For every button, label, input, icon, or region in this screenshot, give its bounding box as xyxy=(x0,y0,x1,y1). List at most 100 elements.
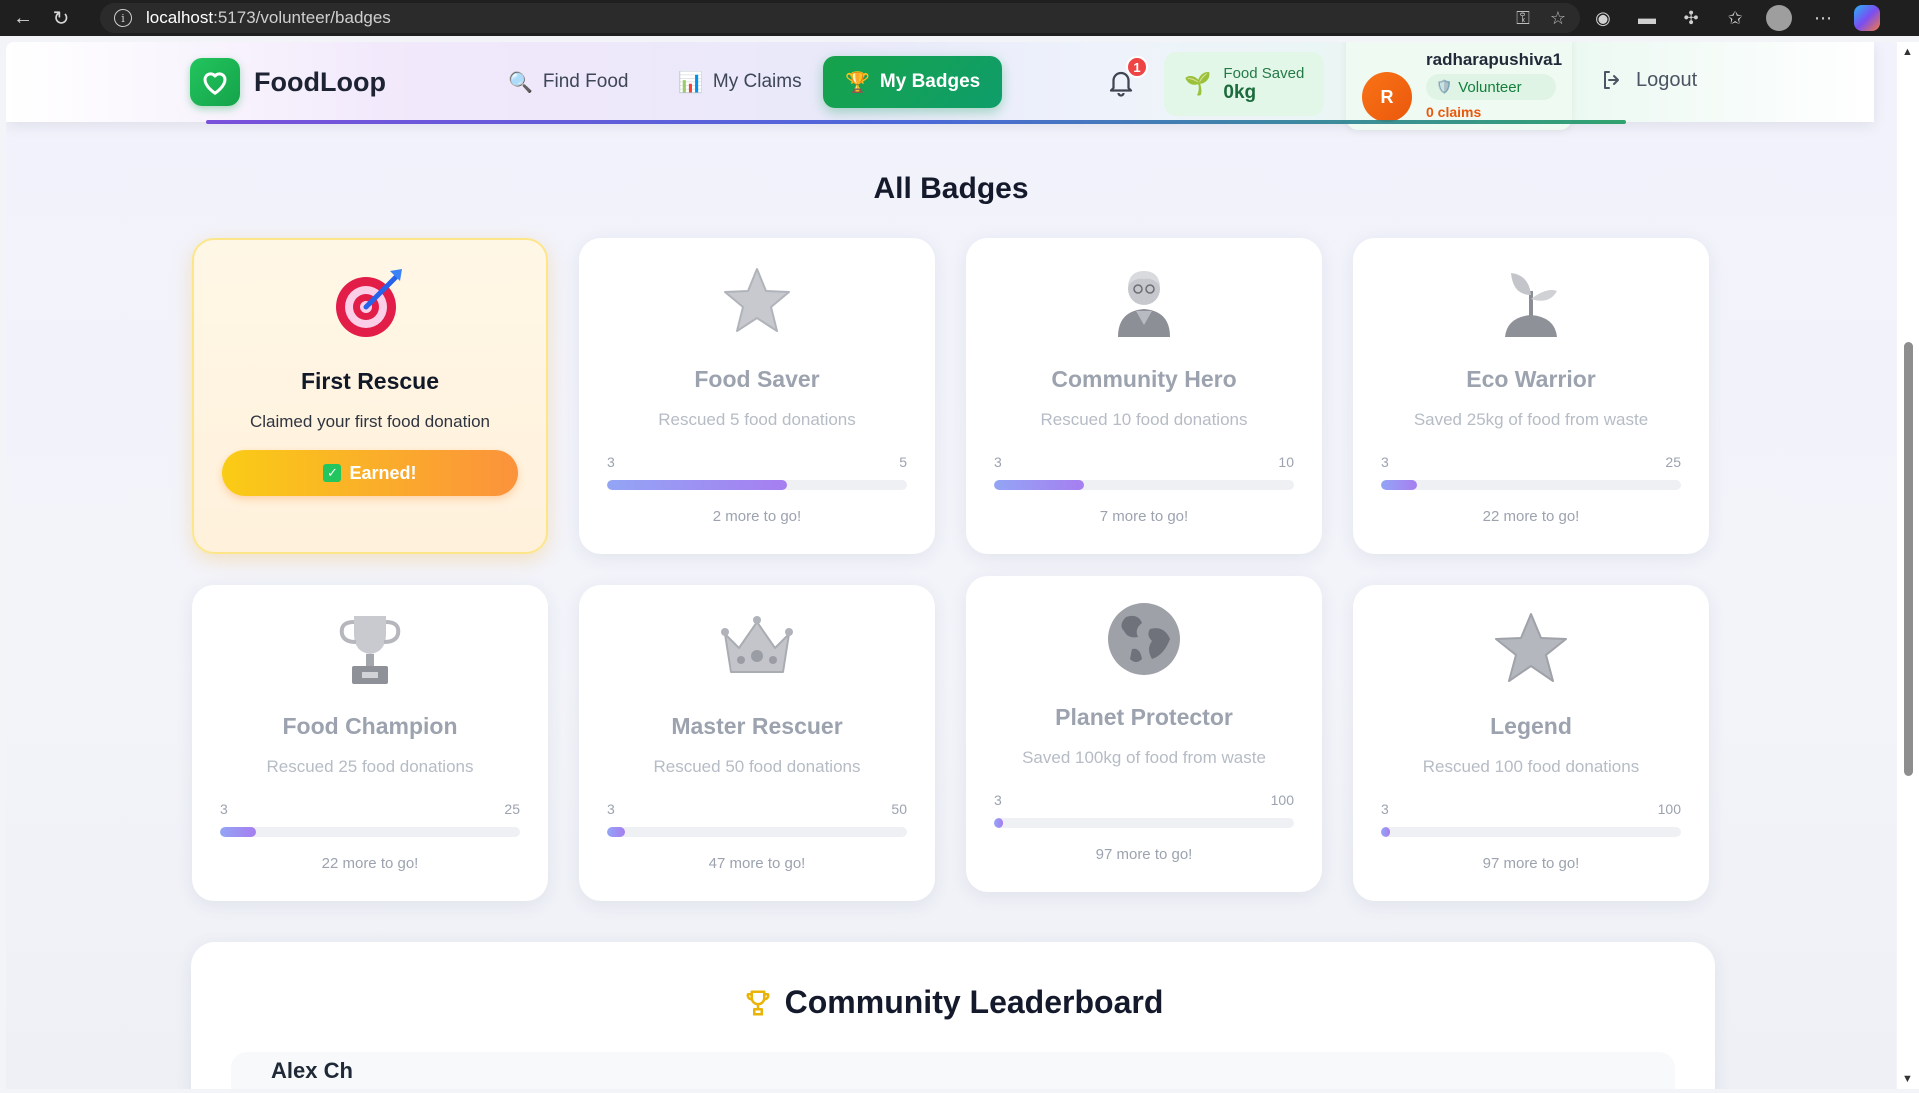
extension-icon[interactable]: ◉ xyxy=(1590,5,1616,31)
progress-bar xyxy=(994,818,1294,828)
food-saved-card: 🌱 Food Saved 0kg xyxy=(1164,52,1324,116)
trophy-icon: 🏆 xyxy=(845,71,870,94)
progress-goal: 5 xyxy=(899,454,907,470)
extension-2-icon[interactable]: ▬ xyxy=(1634,5,1660,31)
progress-goal: 100 xyxy=(1657,801,1681,817)
progress-current: 3 xyxy=(607,454,615,470)
user-name: radharapushiva1 xyxy=(1426,50,1563,69)
earned-label: Earned! xyxy=(349,462,417,483)
page-title: All Badges xyxy=(873,172,1029,205)
logout-label: Logout xyxy=(1636,68,1698,91)
nav-find-food[interactable]: 🔍 Find Food xyxy=(486,56,650,108)
progress-bar xyxy=(1381,827,1681,837)
progress-current: 3 xyxy=(220,801,228,817)
progress-numbers: 3 100 xyxy=(1381,801,1681,817)
progress-current: 3 xyxy=(1381,801,1389,817)
progress-goal: 25 xyxy=(1665,454,1681,470)
progress-fill xyxy=(1381,480,1417,490)
progress-numbers: 3 5 xyxy=(607,454,907,470)
earned-status: ✓ Earned! xyxy=(222,450,518,496)
url-host: localhost xyxy=(146,8,214,27)
star-icon xyxy=(579,256,935,346)
logout-icon xyxy=(1604,71,1619,89)
food-saved-value: 0kg xyxy=(1223,81,1257,103)
nav-accent-line xyxy=(206,120,1626,124)
progress-note: 97 more to go! xyxy=(1095,846,1193,863)
badge-description: Rescued 5 food donations xyxy=(658,410,856,429)
progress-fill xyxy=(994,480,1084,490)
bookmark-star-icon[interactable]: ☆ xyxy=(1550,8,1566,29)
scroll-down-icon[interactable]: ▼ xyxy=(1902,1073,1913,1085)
user-profile-card[interactable]: R radharapushiva1 🛡️ Volunteer 0 claims xyxy=(1346,42,1572,130)
badge-title: First Rescue xyxy=(300,368,440,394)
shield-icon: 🛡️ xyxy=(1436,79,1453,94)
heart-icon xyxy=(190,58,240,106)
progress-numbers: 3 25 xyxy=(1381,454,1681,470)
puzzle-icon[interactable]: ✣ xyxy=(1678,5,1704,31)
profile-icon[interactable] xyxy=(1766,5,1792,31)
address-bar[interactable]: i localhost:5173/volunteer/badges ⚿ ☆ xyxy=(100,3,1580,33)
globe-icon xyxy=(966,594,1322,684)
badge-title: Master Rescuer xyxy=(671,713,843,739)
progress-goal: 50 xyxy=(891,801,907,817)
scroll-thumb[interactable] xyxy=(1904,342,1913,776)
site-info-icon[interactable]: i xyxy=(114,9,132,27)
badge-card: Master Rescuer Rescued 50 food donations… xyxy=(579,585,935,901)
progress-goal: 25 xyxy=(504,801,520,817)
nav-my-badges[interactable]: 🏆 My Badges xyxy=(823,56,1003,108)
nav-find-food-label: Find Food xyxy=(542,71,629,92)
crown-icon xyxy=(579,603,935,693)
progress-bar xyxy=(1381,480,1681,490)
trophy-icon xyxy=(192,603,548,693)
progress-numbers: 3 50 xyxy=(607,801,907,817)
key-icon[interactable]: ⚿ xyxy=(1516,8,1530,29)
search-icon: 🔍 xyxy=(508,71,533,94)
badge-title: Food Saver xyxy=(694,366,820,392)
badge-card: Food Champion Rescued 25 food donations … xyxy=(192,585,548,901)
reload-icon[interactable]: ↻ xyxy=(44,0,78,36)
badge-title: Legend xyxy=(1490,713,1572,739)
progress-goal: 100 xyxy=(1270,792,1294,808)
scrollbar[interactable]: ▲ ▼ xyxy=(1897,42,1919,1089)
badge-description: Rescued 100 food donations xyxy=(1422,757,1640,776)
favorites-icon[interactable]: ✩ xyxy=(1722,5,1748,31)
scroll-up-icon[interactable]: ▲ xyxy=(1902,46,1913,58)
more-icon[interactable]: ⋯ xyxy=(1810,5,1836,31)
copilot-icon[interactable] xyxy=(1854,5,1880,31)
back-icon[interactable]: ← xyxy=(6,0,40,36)
progress-fill xyxy=(994,818,1003,828)
progress-goal: 10 xyxy=(1278,454,1294,470)
logout-button[interactable]: Logout xyxy=(1600,68,1697,92)
progress-current: 3 xyxy=(994,792,1002,808)
star-icon xyxy=(1353,603,1709,693)
badge-title: Food Champion xyxy=(282,713,458,739)
badge-card: Planet Protector Saved 100kg of food fro… xyxy=(966,576,1322,892)
leaderboard-name: Alex Ch xyxy=(271,1058,353,1083)
progress-bar xyxy=(607,480,907,490)
nav-my-claims[interactable]: 📊 My Claims xyxy=(656,56,824,108)
progress-fill xyxy=(220,827,256,837)
badge-description: Rescued 25 food donations xyxy=(266,757,474,776)
badge-card: Eco Warrior Saved 25kg of food from wast… xyxy=(1353,238,1709,554)
leaderboard-row xyxy=(231,1052,1675,1089)
claims-count: 0 claims xyxy=(1426,104,1482,120)
progress-numbers: 3 25 xyxy=(220,801,520,817)
progress-fill xyxy=(1381,827,1390,837)
badge-title: Community Hero xyxy=(1051,366,1237,392)
progress-fill xyxy=(607,480,787,490)
brand-logo[interactable]: FoodLoop xyxy=(190,58,386,106)
badge-card: Community Hero Rescued 10 food donations… xyxy=(966,238,1322,554)
page-viewport: FoodLoop 🔍 Find Food 📊 My Claims 🏆 My Ba… xyxy=(6,42,1896,1089)
brand-name: FoodLoop xyxy=(254,66,386,97)
hero-icon xyxy=(966,256,1322,346)
progress-note: 7 more to go! xyxy=(1099,508,1189,525)
progress-note: 97 more to go! xyxy=(1482,855,1580,872)
trophy-icon xyxy=(746,990,770,1015)
chart-icon: 📊 xyxy=(678,71,703,94)
role-label: Volunteer xyxy=(1458,78,1522,96)
leaderboard-panel: Community Leaderboard Alex Ch xyxy=(191,942,1715,1089)
checkmark-icon: ✓ xyxy=(323,464,342,482)
badge-title: Planet Protector xyxy=(1055,704,1233,730)
badge-card: Legend Rescued 100 food donations 3 100 … xyxy=(1353,585,1709,901)
notification-count-badge: 1 xyxy=(1126,56,1148,78)
